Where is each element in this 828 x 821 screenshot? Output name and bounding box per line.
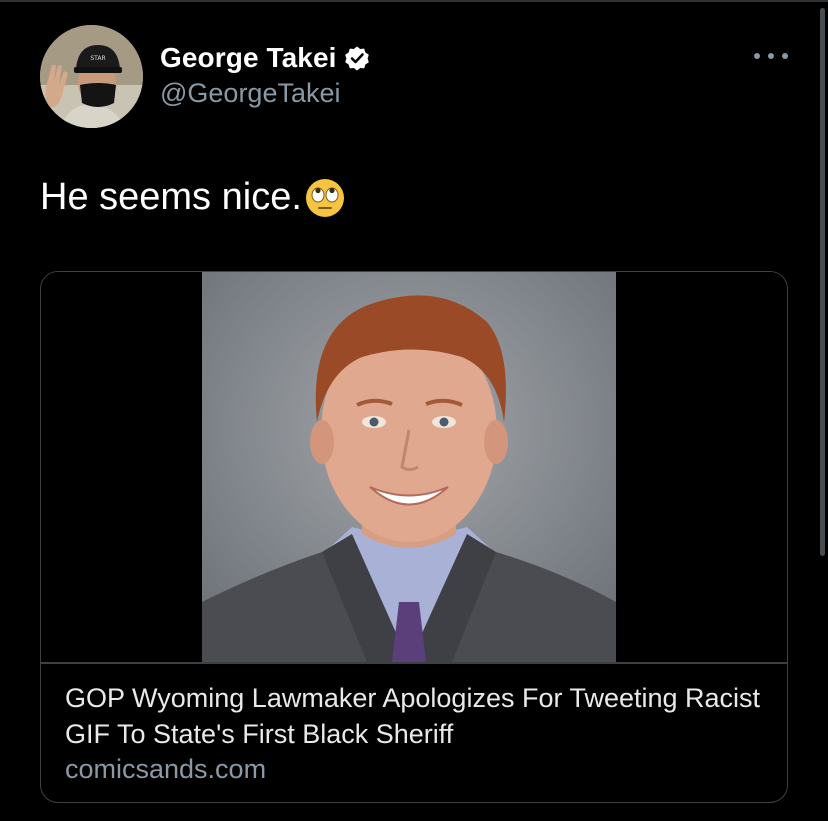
avatar[interactable]: STAR	[40, 25, 143, 128]
card-domain: comicsands.com	[65, 754, 267, 784]
tweet: STAR George Takei @GeorgeTakei He seems …	[0, 0, 828, 821]
more-dot	[768, 53, 774, 59]
top-divider	[0, 0, 828, 2]
display-name[interactable]: George Takei	[160, 42, 337, 74]
author-info: George Takei @GeorgeTakei	[160, 40, 370, 109]
card-photo	[202, 272, 616, 662]
handle[interactable]: @GeorgeTakei	[160, 78, 370, 109]
more-options-icon[interactable]	[754, 44, 788, 68]
card-media	[41, 272, 787, 662]
more-dot	[754, 53, 760, 59]
face-with-rolling-eyes-icon	[304, 177, 346, 219]
tweet-text-content: He seems nice.	[40, 176, 302, 218]
more-dot	[782, 53, 788, 59]
tweet-text: He seems nice.	[40, 176, 346, 219]
card-divider	[41, 662, 787, 664]
scrollbar[interactable]	[820, 8, 825, 556]
name-row: George Takei	[160, 40, 370, 76]
svg-text:STAR: STAR	[90, 55, 105, 62]
avatar-image: STAR	[40, 25, 143, 128]
card-title[interactable]: GOP Wyoming Lawmaker Apologizes For Twee…	[65, 680, 765, 752]
link-card[interactable]: GOP Wyoming Lawmaker Apologizes For Twee…	[40, 271, 788, 803]
card-body: GOP Wyoming Lawmaker Apologizes For Twee…	[65, 680, 765, 785]
verified-badge-icon	[344, 45, 370, 71]
